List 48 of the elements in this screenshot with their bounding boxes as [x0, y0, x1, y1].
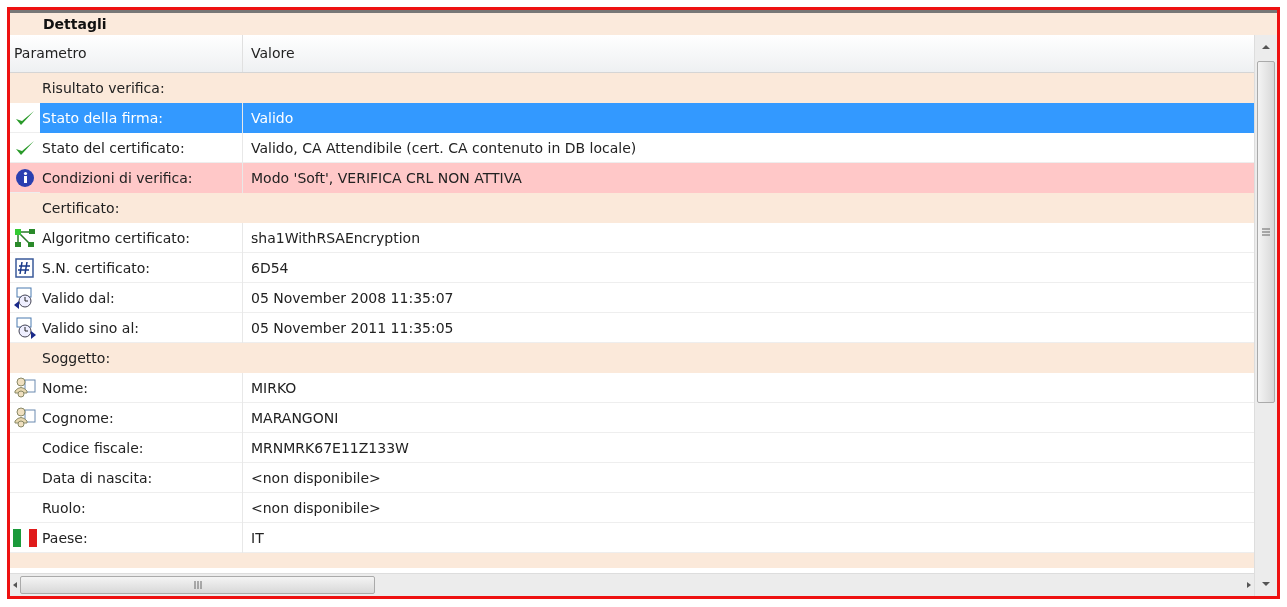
table-row[interactable]: Cognome: MARANGONI: [10, 403, 1254, 433]
table-row[interactable]: Paese: IT: [10, 523, 1254, 553]
value-cell: Modo 'Soft', VERIFICA CRL NON ATTIVA: [242, 163, 1254, 193]
network-icon: [14, 228, 36, 248]
parameter-cell-text: Nome:: [41, 379, 89, 398]
parameter-cell-text: Paese:: [41, 529, 89, 548]
hash-document-icon: [15, 258, 35, 278]
parameter-cell-text: Stato del certificato:: [41, 139, 186, 158]
vertical-scrollbar[interactable]: [1254, 35, 1277, 596]
parameter-cell-text: S.N. certificato:: [41, 259, 152, 278]
checkmark-icon: [15, 139, 35, 157]
column-header[interactable]: Parametro: [10, 35, 242, 72]
up-arrow-icon[interactable]: [1261, 43, 1271, 51]
section-header: Risultato verifica:: [10, 73, 1254, 103]
parameter-cell: Stato della firma:: [40, 103, 242, 133]
down-arrow-icon[interactable]: [1261, 580, 1271, 588]
parameter-cell-text: Data di nascita:: [41, 469, 154, 488]
parameter-cell-text: Algoritmo certificato:: [41, 229, 192, 248]
section-header: Certificato:: [10, 193, 1254, 223]
scrollbar-thumb[interactable]: [20, 576, 375, 594]
parameter-cell-text: Valido dal:: [41, 289, 116, 308]
table-row[interactable]: S.N. certificato: 6D54: [10, 253, 1254, 283]
table-row[interactable]: Algoritmo certificato: sha1WithRSAEncryption: [10, 223, 1254, 253]
value-cell: Valido: [242, 103, 1254, 133]
panel-title: Dettagli: [42, 15, 108, 34]
parameter-cell-text: Ruolo:: [41, 499, 87, 518]
grip-icon: [1262, 228, 1270, 236]
table-row[interactable]: Condizioni di verifica: Modo 'Soft', VERIFICA CRL NON ATTIVA: [10, 163, 1254, 193]
parameter-cell-text: Codice fiscale:: [41, 439, 145, 458]
section-header: Soggetto:: [10, 343, 1254, 373]
scrollbar-thumb[interactable]: [1257, 61, 1275, 403]
horizontal-scrollbar[interactable]: [10, 573, 1254, 596]
table-row[interactable]: Ruolo: <non disponibile>: [10, 493, 1254, 523]
parameter-cell-text: Valido sino al:: [41, 319, 140, 338]
people-icon: [14, 407, 36, 429]
flag-icon: [13, 529, 37, 547]
info-icon: [15, 168, 35, 188]
table-row[interactable]: Nome: MIRKO: [10, 373, 1254, 403]
table-row[interactable]: Valido dal: 05 November 2008 11:35:07: [10, 283, 1254, 313]
table-row[interactable]: Valido sino al: 05 November 2011 11:35:05: [10, 313, 1254, 343]
table-row[interactable]: Stato del certificato: Valido, CA Attendibile (cert. CA contenuto in DB locale): [10, 133, 1254, 163]
parameter-cell-text: Cognome:: [41, 409, 115, 428]
table-row[interactable]: Codice fiscale: MRNMRK67E11Z133W: [10, 433, 1254, 463]
grip-icon: [193, 581, 202, 589]
people-icon: [14, 377, 36, 399]
table-row[interactable]: Data di nascita: <non disponibile>: [10, 463, 1254, 493]
checkmark-icon: [15, 109, 35, 127]
calendar-clock-icon: [14, 317, 36, 339]
